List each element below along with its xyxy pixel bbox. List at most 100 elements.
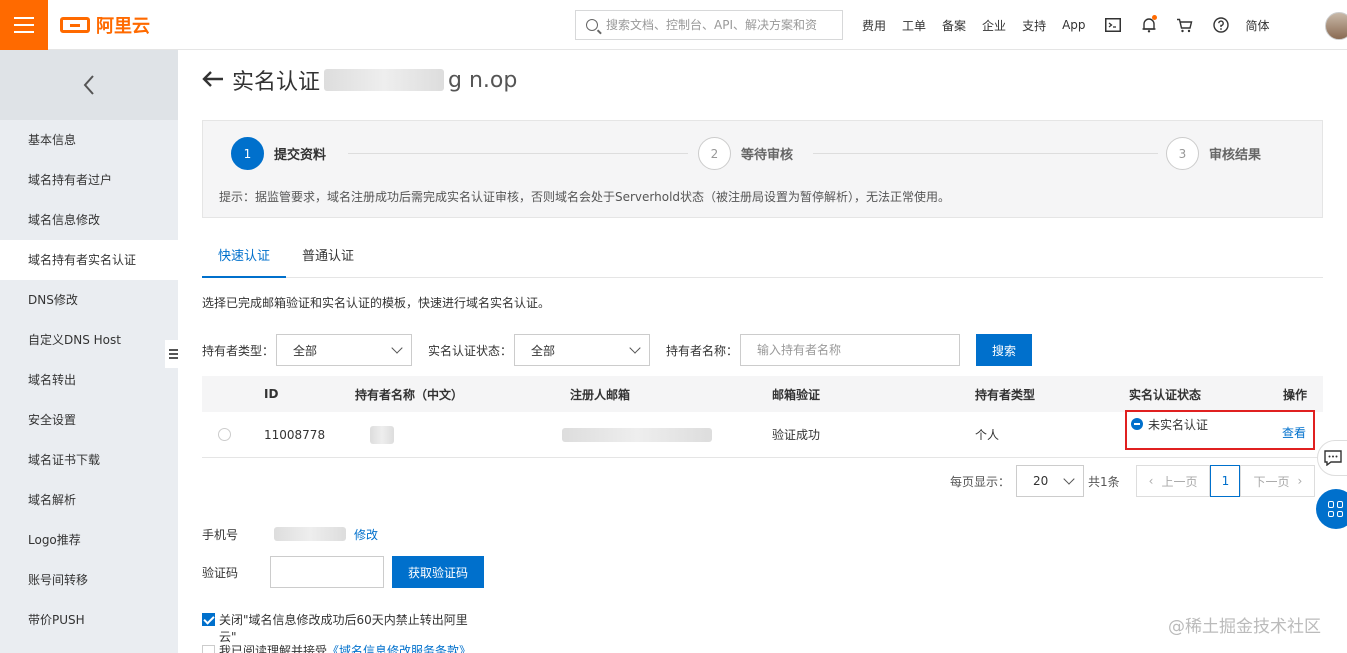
nav-app[interactable]: App: [1062, 18, 1085, 32]
tab-quick-auth[interactable]: 快速认证: [202, 238, 287, 278]
steps-panel: 1 提交资料 2 等待审核 3 审核结果 提示：据监管要求，域名注册成功后需完成…: [202, 120, 1323, 218]
sidebar-item-dns-resolve[interactable]: 域名解析: [0, 480, 178, 520]
sidebar-item-cert-download[interactable]: 域名证书下载: [0, 440, 178, 480]
close-transfer-checkbox[interactable]: [202, 613, 215, 626]
per-page-label: 每页显示：: [950, 474, 1011, 489]
row-view-link[interactable]: 查看: [1282, 414, 1306, 450]
language-switch[interactable]: 简体: [1246, 17, 1270, 34]
step-2-label: 等待审核: [741, 148, 794, 163]
sidebar-item-dns-modify[interactable]: DNS修改: [0, 280, 178, 320]
step-2: 2 等待审核: [698, 137, 793, 170]
chevron-left-icon: ‹: [1148, 474, 1154, 488]
per-page-select[interactable]: 20: [1016, 465, 1085, 497]
aliyun-logo-icon: [60, 17, 90, 33]
hamburger-menu-icon[interactable]: [0, 0, 48, 50]
top-bar: 阿里云 费用 工单 备案 企业 支持 App 简体: [0, 0, 1347, 50]
sidebar-item-realname[interactable]: 域名持有者实名认证: [0, 240, 178, 280]
holder-type-select[interactable]: 全部: [276, 334, 413, 366]
bell-icon[interactable]: [1138, 14, 1160, 36]
sidebar: 基本信息 域名持有者过户 域名信息修改 域名持有者实名认证 DNS修改 自定义D…: [0, 50, 178, 653]
sidebar-item-security[interactable]: 安全设置: [0, 400, 178, 440]
next-page-button[interactable]: 下一页 ›: [1240, 465, 1316, 497]
sidebar-item-transfer-out[interactable]: 域名转出: [0, 360, 178, 400]
agree-row: 我已阅读理解并接受 《域名信息修改服务条款》: [202, 642, 471, 653]
total-count: 共1条: [1088, 474, 1120, 489]
nav-billing[interactable]: 费用: [862, 17, 886, 34]
next-page-label: 下一页: [1253, 474, 1290, 489]
chevron-down-icon: [391, 342, 403, 354]
agree-terms-link[interactable]: 《域名信息修改服务条款》: [327, 642, 471, 653]
sidebar-item-holder-transfer[interactable]: 域名持有者过户: [0, 160, 178, 200]
help-icon[interactable]: [1210, 14, 1232, 36]
agree-checkbox[interactable]: [202, 645, 215, 653]
col-email: 注册人邮箱: [570, 387, 631, 402]
chevron-down-icon: [629, 342, 641, 354]
step-3-circle: 3: [1166, 137, 1199, 170]
chevron-down-icon: [1063, 473, 1075, 485]
main-content: 实名认证 g n.op 1 提交资料 2 等待审核 3 审核结果 提示：据监管要…: [178, 50, 1347, 653]
phone-row: 手机号 修改: [202, 524, 378, 544]
holder-type-label: 持有者类型：: [202, 343, 275, 358]
sidebar-item-price-push[interactable]: 带价PUSH: [0, 600, 178, 640]
phone-edit-link[interactable]: 修改: [354, 526, 378, 543]
page-1-button[interactable]: 1: [1210, 465, 1241, 497]
logo-text: 阿里云: [96, 16, 150, 37]
sidebar-item-account-transfer[interactable]: 账号间转移: [0, 560, 178, 600]
row-auth-status: 未实名认证: [1131, 406, 1208, 442]
step-1-circle: 1: [231, 137, 264, 170]
close-transfer-row: 关闭"域名信息修改成功后60天内禁止转出阿里云": [202, 611, 482, 645]
search-icon: [586, 19, 598, 31]
nav-icp[interactable]: 备案: [942, 17, 966, 34]
sidebar-item-basic-info[interactable]: 基本信息: [0, 120, 178, 160]
get-code-button[interactable]: 获取验证码: [392, 556, 485, 588]
per-page-value: 20: [1033, 474, 1049, 488]
status-filter-value: 全部: [531, 343, 556, 358]
step-1-label: 提交资料: [274, 148, 327, 163]
phone-label: 手机号: [202, 527, 239, 542]
quick-auth-description: 选择已完成邮箱验证和实名认证的模板，快速进行域名实名认证。: [202, 296, 551, 310]
nav-support[interactable]: 支持: [1022, 17, 1046, 34]
search-button[interactable]: 搜索: [976, 334, 1033, 366]
step-3-label: 审核结果: [1209, 148, 1262, 163]
col-id: ID: [264, 387, 279, 401]
chevron-right-icon: ›: [1297, 474, 1303, 488]
code-input[interactable]: [270, 556, 385, 588]
row-id: 11008778: [264, 427, 326, 442]
status-filter-select[interactable]: 全部: [514, 334, 651, 366]
row-radio[interactable]: [218, 412, 231, 457]
page-title-suffix: g n.op: [448, 67, 518, 93]
step-connector-1: [348, 153, 688, 154]
row-auth-status-text: 未实名认证: [1148, 417, 1209, 432]
holder-name-label: 持有者名称：: [666, 343, 739, 358]
status-highlight-box: 未实名认证 查看: [1125, 410, 1315, 450]
holder-type-value: 全部: [293, 343, 318, 358]
sidebar-item-logo[interactable]: Logo推荐: [0, 520, 178, 560]
status-filter-label: 实名认证状态：: [428, 343, 513, 358]
aliyun-logo[interactable]: 阿里云: [60, 13, 150, 37]
row-holder-type: 个人: [975, 428, 1000, 442]
nav-enterprise[interactable]: 企业: [982, 17, 1006, 34]
cart-icon[interactable]: [1174, 14, 1196, 36]
watermark: @稀土掘金技术社区: [1168, 617, 1321, 637]
prev-page-button[interactable]: ‹ 上一页: [1135, 465, 1211, 497]
step-2-circle: 2: [698, 137, 731, 170]
global-search[interactable]: [575, 10, 843, 40]
sidebar-item-custom-dns-host[interactable]: 自定义DNS Host: [0, 320, 178, 360]
sidebar-back-chevron-icon[interactable]: [0, 50, 178, 120]
global-search-input[interactable]: [606, 18, 842, 32]
row-holder-name-blurred: [370, 412, 394, 457]
chat-icon[interactable]: [1317, 440, 1347, 476]
user-avatar[interactable]: [1325, 12, 1347, 40]
filter-bar: 持有者类型： 全部 实名认证状态： 全部 持有者名称： 搜索: [202, 334, 1033, 366]
page-title: 实名认证: [232, 70, 321, 95]
holder-table: ID 持有者名称（中文） 注册人邮箱 邮箱验证 持有者类型 实名认证状态 操作 …: [202, 376, 1323, 458]
terminal-icon[interactable]: [1102, 14, 1124, 36]
steps-tip: 提示：据监管要求，域名注册成功后需完成实名认证审核，否则域名会处于Serverh…: [219, 190, 951, 204]
col-holder-name: 持有者名称（中文）: [355, 387, 464, 402]
sidebar-item-info-modify[interactable]: 域名信息修改: [0, 200, 178, 240]
tab-normal-auth[interactable]: 普通认证: [286, 238, 370, 278]
table-row[interactable]: 11008778 验证成功 个人 未实名认证 查看: [202, 410, 1323, 458]
holder-name-input[interactable]: [740, 334, 961, 366]
back-arrow-icon[interactable]: [202, 66, 224, 94]
nav-tickets[interactable]: 工单: [902, 17, 926, 34]
